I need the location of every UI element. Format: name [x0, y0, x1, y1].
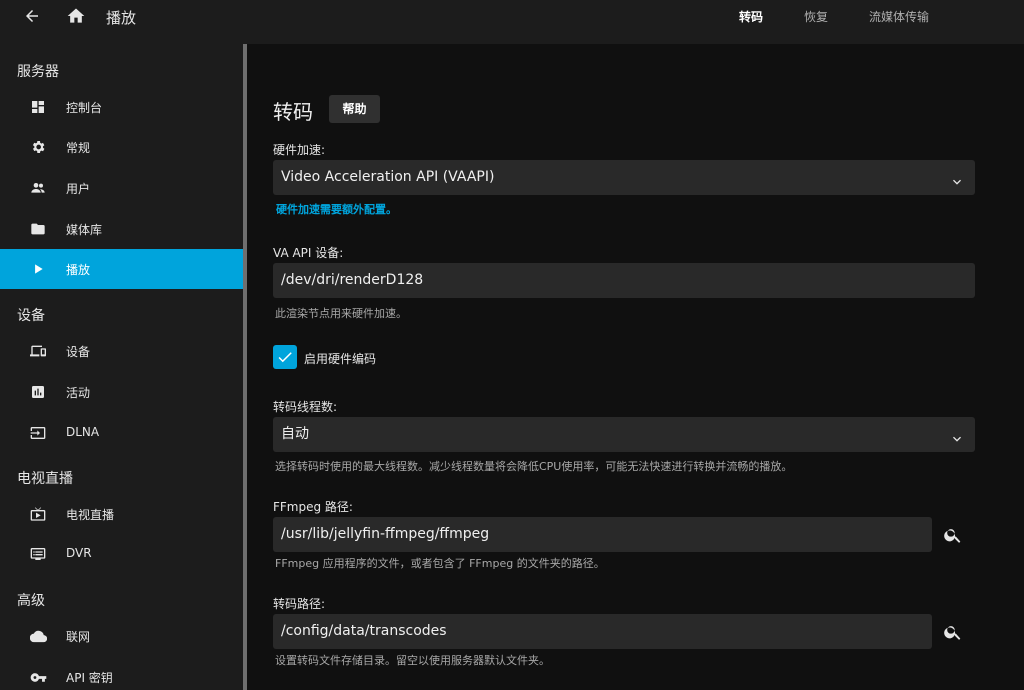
live-tv-icon — [29, 505, 47, 523]
ffmpeg-path-label: FFmpeg 路径: — [273, 500, 353, 514]
sidebar-item-libraries[interactable]: 媒体库 — [0, 209, 243, 249]
sidebar-item-networking[interactable]: 联网 — [0, 616, 243, 656]
ffmpeg-path-value: /usr/lib/jellyfin-ffmpeg/ffmpeg — [281, 526, 490, 542]
sidebar-item-label: 电视直播 — [66, 508, 115, 522]
hw-accel-value: Video Acceleration API (VAAPI) — [281, 169, 495, 185]
search-icon — [943, 622, 963, 642]
hw-accel-label: 硬件加速: — [273, 143, 326, 157]
hw-encoding-label[interactable]: 启用硬件编码 — [304, 350, 376, 367]
devices-icon — [29, 342, 47, 360]
dashboard-icon — [29, 98, 47, 116]
tab-resume[interactable]: 恢复 — [804, 8, 828, 25]
sidebar-item-playback[interactable]: 播放 — [0, 249, 243, 289]
sidebar-item-api-keys[interactable]: API 密钥 — [0, 657, 243, 690]
header-title: 播放 — [106, 9, 137, 27]
sidebar-item-label: 用户 — [66, 182, 91, 196]
sidebar-item-general[interactable]: 常规 — [0, 127, 243, 167]
transcode-path-value: /config/data/transcodes — [281, 623, 447, 639]
sidebar-item-label: 活动 — [66, 386, 91, 400]
dvr-icon — [29, 545, 47, 563]
ffmpeg-path-input[interactable]: /usr/lib/jellyfin-ffmpeg/ffmpeg — [273, 517, 932, 552]
threads-description: 选择转码时使用的最大线程数。减少线程数量将会降低CPU使用率，可能无法快速进行转… — [275, 460, 793, 473]
hw-encoding-checkbox[interactable] — [273, 345, 297, 369]
checkmark-icon — [276, 348, 294, 366]
chevron-down-icon — [949, 169, 965, 185]
page-title: 转码 — [273, 100, 313, 124]
sidebar-item-label: 媒体库 — [66, 223, 103, 237]
hw-accel-config-link[interactable]: 硬件加速需要额外配置。 — [276, 201, 397, 217]
sidebar-item-label: 播放 — [66, 263, 91, 277]
sidebar-item-dvr[interactable]: DVR — [0, 534, 243, 574]
sidebar-item-livetv[interactable]: 电视直播 — [0, 494, 243, 534]
sidebar-item-devices[interactable]: 设备 — [0, 331, 243, 371]
transcode-path-browse-button[interactable] — [938, 617, 968, 647]
sidebar-item-dashboard[interactable]: 控制台 — [0, 87, 243, 127]
sidebar-item-label: DLNA — [66, 425, 100, 439]
input-icon — [29, 424, 47, 442]
activity-icon — [29, 383, 47, 401]
sidebar-item-dlna[interactable]: DLNA — [0, 413, 243, 453]
transcode-path-input[interactable]: /config/data/transcodes — [273, 614, 932, 649]
help-button[interactable]: 帮助 — [329, 95, 380, 123]
sidebar-heading-livetv: 电视直播 — [17, 471, 73, 487]
va-device-input[interactable]: /dev/dri/renderD128 — [273, 263, 975, 298]
chevron-down-icon — [949, 426, 965, 442]
home-icon[interactable] — [64, 4, 88, 28]
va-device-label: VA API 设备: — [273, 246, 344, 260]
threads-select[interactable]: 自动 — [273, 417, 975, 452]
threads-label: 转码线程数: — [273, 400, 338, 414]
search-icon — [943, 525, 963, 545]
tab-streaming[interactable]: 流媒体传输 — [869, 8, 929, 25]
sidebar-item-label: DVR — [66, 546, 92, 560]
main-content — [247, 44, 1024, 690]
users-icon — [29, 179, 47, 197]
tab-transcoding[interactable]: 转码 — [739, 8, 763, 25]
play-icon — [29, 260, 47, 278]
sidebar-item-label: API 密钥 — [66, 671, 113, 685]
sidebar-item-users[interactable]: 用户 — [0, 168, 243, 208]
gear-icon — [29, 138, 47, 156]
key-icon — [29, 668, 47, 686]
threads-value: 自动 — [281, 426, 309, 442]
sidebar-item-label: 常规 — [66, 141, 91, 155]
hw-accel-select[interactable]: Video Acceleration API (VAAPI) — [273, 160, 975, 195]
sidebar-heading-server: 服务器 — [17, 64, 59, 80]
top-header: 播放 转码 恢复 流媒体传输 — [0, 0, 1024, 44]
cloud-icon — [29, 627, 47, 645]
sidebar-item-label: 控制台 — [66, 101, 103, 115]
transcode-path-description: 设置转码文件存储目录。留空以使用服务器默认文件夹。 — [275, 654, 550, 667]
ffmpeg-browse-button[interactable] — [938, 520, 968, 550]
sidebar-item-activity[interactable]: 活动 — [0, 372, 243, 412]
ffmpeg-path-description: FFmpeg 应用程序的文件，或者包含了 FFmpeg 的文件夹的路径。 — [275, 557, 605, 570]
sidebar-heading-advanced: 高级 — [17, 593, 45, 609]
va-device-value: /dev/dri/renderD128 — [281, 272, 424, 288]
va-device-description: 此渲染节点用来硬件加速。 — [275, 307, 407, 320]
sidebar-item-label: 设备 — [66, 345, 91, 359]
sidebar-heading-devices: 设备 — [17, 308, 45, 324]
folder-icon — [29, 220, 47, 238]
sidebar-item-label: 联网 — [66, 630, 91, 644]
back-arrow-icon[interactable] — [20, 4, 44, 28]
transcode-path-label: 转码路径: — [273, 597, 326, 611]
